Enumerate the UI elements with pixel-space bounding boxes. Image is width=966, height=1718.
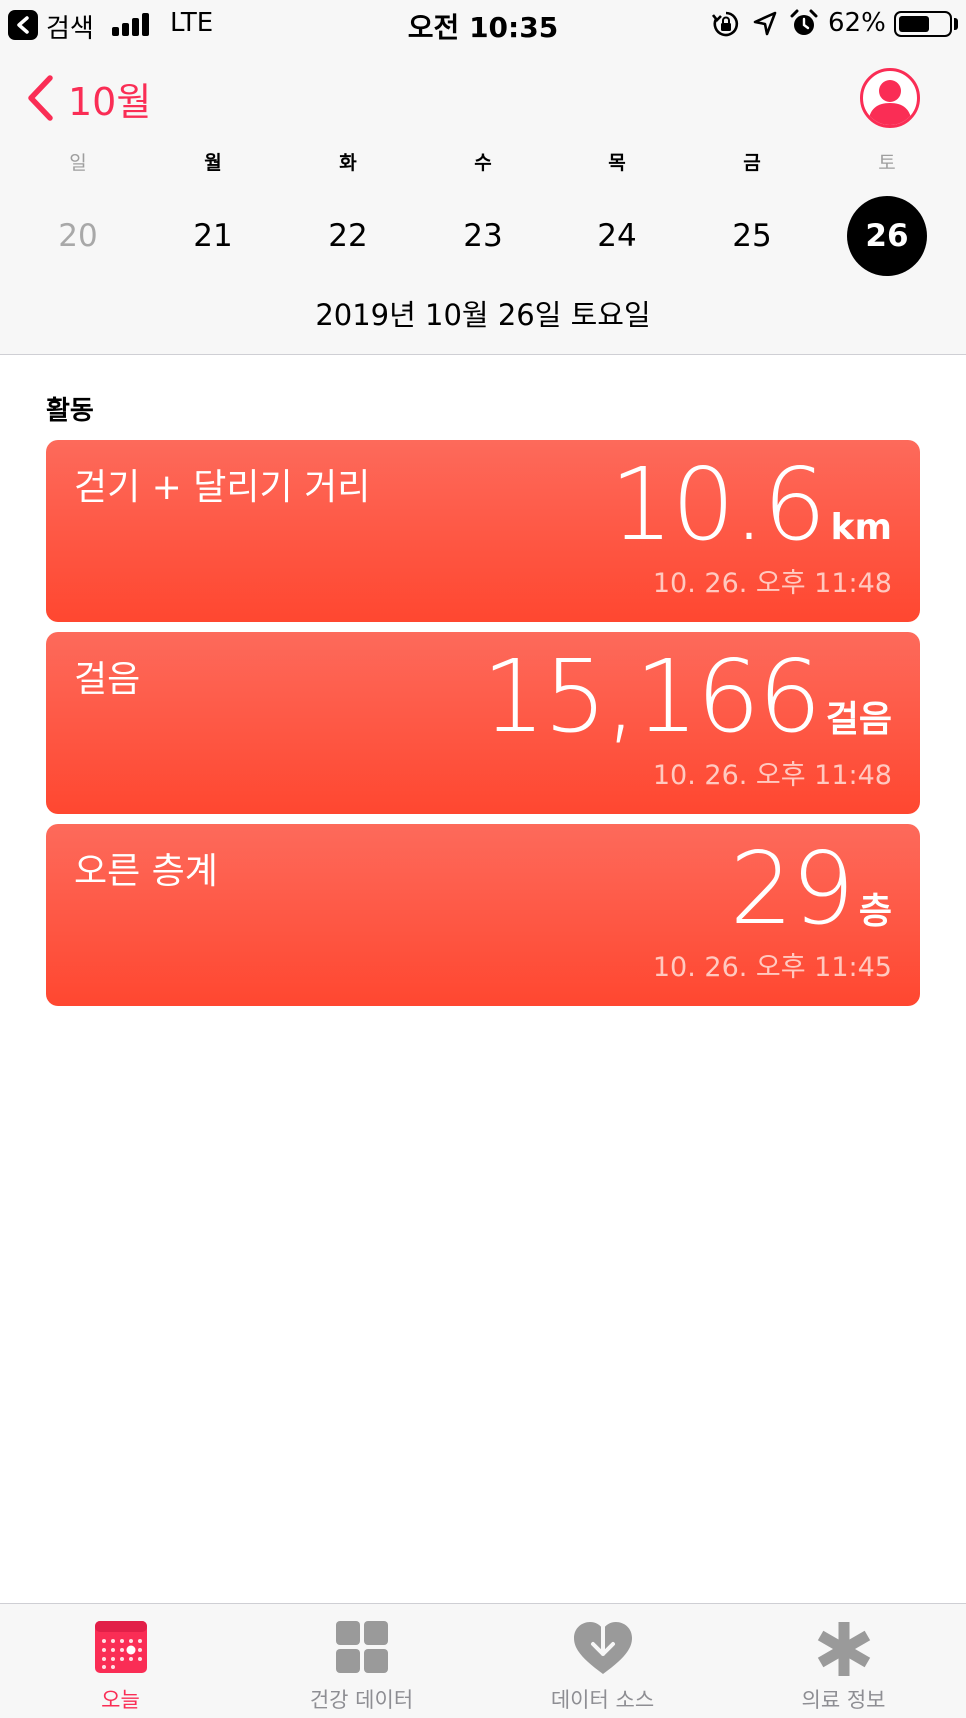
battery-cap: [954, 18, 958, 30]
tab-bar: 오늘 건강 데이터 데이터 소스 의료 정보: [0, 1603, 966, 1718]
day-number[interactable]: 20: [38, 196, 118, 276]
card-unit: 걸음: [825, 699, 892, 740]
card-unit: km: [830, 507, 892, 548]
status-time: 오전 10:35: [407, 11, 559, 44]
tab-label: 건강 데이터: [309, 1688, 414, 1712]
day-name: 일: [69, 152, 87, 174]
card-title: 오른 층계: [74, 851, 218, 892]
card-timestamp: 10. 26. 오후 11:45: [652, 952, 892, 983]
day-number[interactable]: 23: [443, 196, 523, 276]
battery-fill: [899, 16, 929, 32]
rotation-lock-icon: [712, 11, 739, 37]
back-month-button[interactable]: 10월: [26, 70, 151, 126]
tab-label: 의료 정보: [801, 1688, 886, 1712]
activity-section-title: 활동: [46, 396, 94, 426]
card-timestamp: 10. 26. 오후 11:48: [652, 568, 892, 599]
day-name: 금: [743, 152, 761, 174]
steps-card[interactable]: 걸음 15,166 걸음 10. 26. 오후 11:48: [46, 632, 920, 814]
location-arrow-icon: [753, 11, 777, 36]
tab-medical-id[interactable]: 의료 정보: [723, 1604, 964, 1718]
day-column-sat: 토 26: [837, 150, 937, 280]
day-column-fri: 금 25: [702, 150, 802, 280]
tab-label: 데이터 소스: [550, 1688, 655, 1712]
date-header: 10월 일 20 월 21 화 22 수 23 목 24 금 25 토 26 2…: [0, 48, 966, 355]
day-name: 목: [608, 152, 626, 174]
day-name: 화: [339, 152, 357, 174]
day-column-sun: 일 20: [28, 150, 128, 280]
asterisk-icon: [817, 1622, 870, 1676]
day-name: 수: [474, 152, 492, 174]
grid-icon: [335, 1621, 388, 1673]
chevron-left-icon: [28, 75, 53, 121]
card-unit: 층: [858, 891, 892, 932]
card-title: 걷기 + 달리기 거리: [74, 467, 371, 508]
heart-download-icon: [573, 1622, 632, 1674]
day-name: 월: [204, 152, 222, 174]
flights-climbed-card[interactable]: 오른 층계 29 층 10. 26. 오후 11:45: [46, 824, 920, 1006]
status-bar: 검색 LTE 오전 10:35 62%: [0, 0, 966, 48]
profile-button[interactable]: [860, 68, 920, 128]
card-value-row: 15,166 걸음: [482, 644, 892, 749]
day-number-selected[interactable]: 26: [847, 196, 927, 276]
day-column-thu: 목 24: [567, 150, 667, 280]
week-selector: 일 20 월 21 화 22 수 23 목 24 금 25 토 26: [0, 150, 966, 280]
day-column-tue: 화 22: [298, 150, 398, 280]
day-name: 토: [878, 152, 896, 174]
battery-icon: [894, 11, 952, 37]
tab-data-sources[interactable]: 데이터 소스: [482, 1604, 723, 1718]
day-number[interactable]: 21: [173, 196, 253, 276]
card-value-row: 10.6 km: [610, 452, 892, 557]
battery-percent: 62%: [828, 8, 886, 38]
card-value: 10.6: [609, 446, 827, 563]
card-title: 걸음: [74, 659, 141, 700]
tab-label: 오늘: [101, 1688, 140, 1712]
day-number[interactable]: 25: [712, 196, 792, 276]
day-number[interactable]: 22: [308, 196, 388, 276]
card-value: 15,166: [481, 638, 822, 755]
selected-date-label: 2019년 10월 26일 토요일: [315, 298, 651, 332]
alarm-clock-icon: [790, 9, 818, 35]
tab-today[interactable]: 오늘: [0, 1604, 241, 1718]
day-number[interactable]: 24: [577, 196, 657, 276]
day-column-mon: 월 21: [163, 150, 263, 280]
profile-avatar-icon: [868, 80, 912, 125]
card-timestamp: 10. 26. 오후 11:48: [652, 760, 892, 791]
health-app-screen: 검색 LTE 오전 10:35 62% 10월 일 20 월 21 화 22 수…: [0, 0, 966, 1718]
card-value-row: 29 층: [730, 836, 892, 941]
day-column-wed: 수 23: [433, 150, 533, 280]
tab-health-data[interactable]: 건강 데이터: [241, 1604, 482, 1718]
card-value: 29: [729, 830, 855, 947]
calendar-icon: [94, 1621, 147, 1673]
distance-card[interactable]: 걷기 + 달리기 거리 10.6 km 10. 26. 오후 11:48: [46, 440, 920, 622]
back-month-label: 10월: [68, 79, 152, 124]
